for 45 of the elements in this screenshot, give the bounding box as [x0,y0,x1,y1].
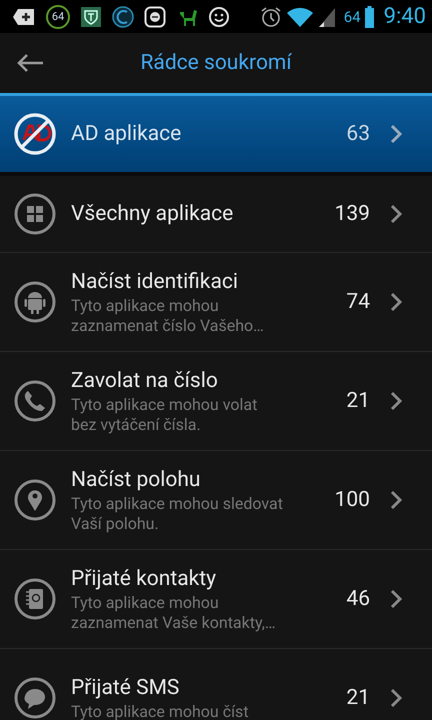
chevron-icon [390,688,402,708]
item-title: Načíst identifikaci [71,269,239,296]
item-title: Načíst polohu [71,467,202,494]
item-count: 21 [346,389,370,413]
item-title: Zavolat na číslo [71,368,219,395]
item-count: 21 [346,686,370,710]
screen-title: Rádce soukromí [139,51,293,75]
shield-icon [80,6,102,28]
chevron-icon [390,204,402,224]
robot-icon [13,280,57,324]
location-pin-icon [13,478,57,522]
clock-time: 9:40 [384,4,426,29]
item-count: 100 [334,488,370,512]
list-item[interactable]: AD aplikace 63 [0,96,432,176]
phone-icon [13,379,57,423]
chevron-icon [390,292,402,312]
no-ads-icon [13,112,57,156]
chevron-icon [390,490,402,510]
item-description: Tyto aplikace mohou zaznamenat číslo Vašeho… [71,296,265,336]
alarm-icon [260,6,282,28]
item-count: 46 [346,587,370,611]
battery-icon [364,6,374,28]
chevron-icon [390,124,402,144]
chevron-icon [390,391,402,411]
item-description: Tyto aplikace mohou sledovat Vaší polohu. [71,494,284,534]
chevron-icon [390,589,402,609]
grid-icon [13,192,57,236]
battery-level: 64 [344,8,361,26]
counter-badge: 64 [46,4,70,28]
ring-icon [112,6,134,28]
smiley-icon [208,6,230,28]
address-book-icon [13,577,57,621]
item-title: Přijaté SMS [71,675,180,702]
item-count: 139 [334,202,370,226]
signal-icon [318,6,336,28]
item-count: 63 [346,122,370,146]
back-icon [16,53,44,73]
item-description: Tyto aplikace mohou zaznamenat Vaše kontakty,… [71,593,277,633]
item-description: Tyto aplikace mohou volat bez vytáčení čísla. [71,395,258,435]
item-title: Přijaté kontakty [71,566,218,593]
item-title: Všechny aplikace [71,201,234,228]
wifi-icon [286,6,314,28]
item-count: 74 [346,290,370,314]
speech-bubble-icon [13,676,57,720]
item-title: AD aplikace [71,121,182,148]
